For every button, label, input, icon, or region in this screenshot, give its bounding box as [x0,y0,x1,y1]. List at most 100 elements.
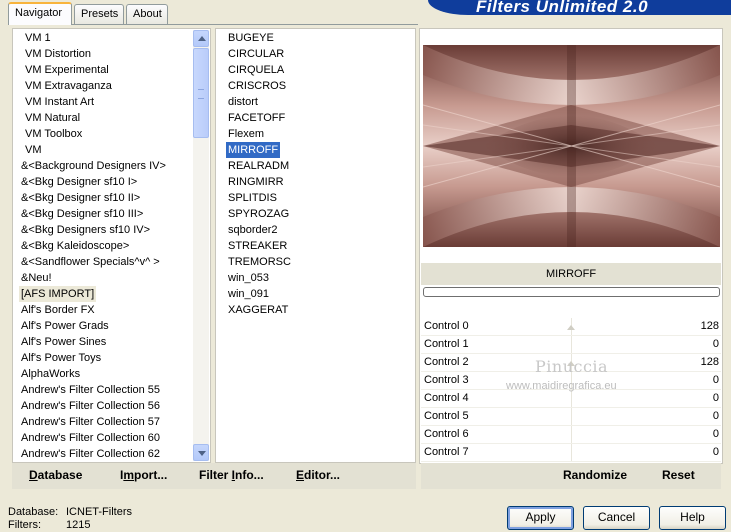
control-center-tick [571,444,572,461]
category-item[interactable]: VM Distortion [23,46,93,62]
control-label: Control 3 [424,374,469,386]
category-item[interactable]: Andrew's Filter Collection 62 [19,446,162,462]
preview-art [423,45,720,247]
control-slider-1[interactable]: Control 1 0 [421,336,721,354]
tab-presets-label: Presets [81,8,119,20]
control-slider-6[interactable]: Control 6 0 [421,426,721,444]
preview-image [423,45,720,247]
category-item[interactable]: Alf's Border FX [19,302,97,318]
category-item[interactable]: &Neu! [19,270,54,286]
status-database: Database: ICNET-Filters [8,506,132,518]
import-label: port... [134,468,168,482]
filter-item[interactable]: REALRADM [226,158,291,174]
status-filters-value: 1215 [66,519,91,531]
editor-label: ditor... [304,468,341,482]
scroll-up-button[interactable] [193,30,209,47]
filter-item[interactable]: SPYROZAG [226,206,291,222]
control-value: 0 [712,374,719,386]
category-item[interactable]: Alf's Power Toys [19,350,103,366]
filter-info-label: nfo... [235,468,264,482]
help-button[interactable]: Help [659,506,726,530]
filter-list[interactable]: BUGEYE CIRCULAR CIRQUELA CRISCROS distort FAC… [215,28,416,463]
tab-about[interactable]: About [126,4,168,24]
control-label: Control 0 [424,320,469,332]
database-button[interactable]: Database [29,468,82,482]
control-value: 0 [712,446,719,458]
category-item[interactable]: VM Instant Art [23,94,96,110]
reset-button[interactable]: Reset [662,468,695,482]
category-item[interactable]: AlphaWorks [19,366,82,382]
control-slider-5[interactable]: Control 5 0 [421,408,721,426]
apply-button[interactable]: Apply [507,506,574,530]
status-filters: Filters: 1215 [8,519,90,531]
category-item[interactable]: Alf's Power Sines [19,334,108,350]
tab-navigator-label: Navigator [15,7,63,19]
control-center-tick [571,390,572,407]
filter-item[interactable]: CIRQUELA [226,62,286,78]
control-value: 128 [700,320,719,332]
import-button[interactable]: Import... [120,468,167,482]
status-filters-label: Filters: [8,519,41,531]
category-list[interactable]: VM 1 VM Distortion VM Experimental VM Extra… [12,28,211,463]
progress-bar [423,287,720,297]
randomize-button[interactable]: Randomize [563,468,627,482]
filter-item[interactable]: CIRCULAR [226,46,286,62]
tab-navigator[interactable]: Navigator [8,2,72,25]
category-item[interactable]: &<Bkg Designers sf10 IV> [19,222,152,238]
control-label: Control 4 [424,392,469,404]
filter-item[interactable]: sqborder2 [226,222,280,238]
control-value: 0 [712,410,719,422]
filter-item[interactable]: TREMORSC [226,254,293,270]
category-item[interactable]: Andrew's Filter Collection 55 [19,382,162,398]
category-item[interactable]: Andrew's Filter Collection 56 [19,398,162,414]
control-value: 0 [712,392,719,404]
category-item[interactable]: Andrew's Filter Collection 60 [19,430,162,446]
category-item[interactable]: VM Extravaganza [23,78,114,94]
scroll-thumb[interactable] [193,48,209,138]
category-item[interactable]: VM Experimental [23,62,111,78]
editor-button[interactable]: Editor... [296,468,340,482]
category-item[interactable]: VM 1 [23,30,53,46]
category-item[interactable]: &<Sandflower Specials^v^ > [19,254,162,270]
control-center-tick [571,426,572,443]
category-item[interactable]: &<Bkg Kaleidoscope> [19,238,131,254]
cancel-button[interactable]: Cancel [583,506,650,530]
filter-item[interactable]: MIRROFF [226,141,282,159]
filter-info-button[interactable]: Filter Info... [199,468,264,482]
category-scrollbar[interactable] [193,30,209,461]
category-item[interactable]: Andrew's Filter Collection 57 [19,414,162,430]
filter-item[interactable]: CRISCROS [226,78,288,94]
control-slider-4[interactable]: Control 4 0 [421,390,721,408]
category-item[interactable]: &<Background Designers IV> [19,158,168,174]
category-item[interactable]: VM Natural [23,110,82,126]
filter-item[interactable]: FACETOFF [226,110,287,126]
control-thumb[interactable] [567,325,575,330]
filter-item[interactable]: BUGEYE [226,30,276,46]
database-label: atabase [37,468,83,482]
filter-item[interactable]: SPLITDIS [226,190,279,206]
category-item[interactable]: [AFS IMPORT] [19,286,97,302]
current-filter-name: MIRROFF [421,263,721,285]
status-database-value: ICNET-Filters [66,506,132,518]
filter-item[interactable]: win_053 [226,270,271,286]
category-item[interactable]: &<Bkg Designer sf10 II> [19,190,142,206]
category-item[interactable]: &<Bkg Designer sf10 I> [19,174,139,190]
category-item[interactable]: VM Toolbox [23,126,84,142]
control-slider-7[interactable]: Control 7 0 [421,444,721,462]
category-item[interactable]: Alf's Power Grads [19,318,111,334]
watermark-url: www.maidiregrafica.eu [506,380,617,392]
scroll-down-button[interactable] [193,444,209,461]
filter-item[interactable]: XAGGERAT [226,302,290,318]
category-item[interactable]: VM [23,142,44,158]
filter-item[interactable]: RINGMIRR [226,174,286,190]
filter-item[interactable]: distort [226,94,260,110]
import-mnemonic: m [123,468,135,482]
filter-item[interactable]: STREAKER [226,238,289,254]
control-slider-0[interactable]: Control 0 128 [421,318,721,336]
category-item[interactable]: &<Bkg Designer sf10 III> [19,206,145,222]
control-label: Control 5 [424,410,469,422]
tab-presets[interactable]: Presets [74,4,124,24]
filter-item[interactable]: Flexem [226,126,266,142]
filter-item[interactable]: win_091 [226,286,271,302]
status-database-label: Database: [8,506,59,518]
